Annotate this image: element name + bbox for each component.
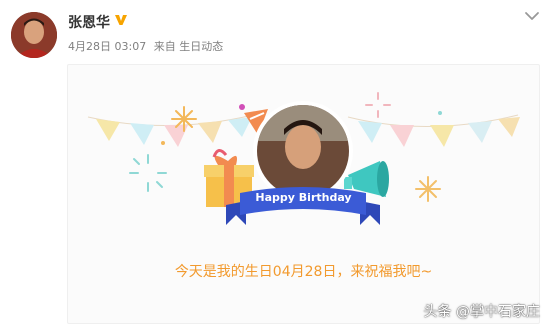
ribbon-text: Happy Birthday (255, 191, 352, 204)
greeting-text: 今天是我的生日04月28日，来祝福我吧~ (174, 264, 433, 280)
bunting-flag (96, 119, 120, 141)
bunting-flag (198, 121, 222, 143)
chevron-down-icon[interactable] (524, 10, 540, 22)
post-meta: 4月28日 03:07 来自 生日动态 (68, 38, 227, 54)
watermark: 头条 @掌中石家庄 (423, 304, 540, 320)
post-source[interactable]: 来自 生日动态 (154, 40, 224, 53)
post-timestamp[interactable]: 4月28日 03:07 (68, 40, 146, 53)
sparkle (365, 92, 391, 118)
bunting-flag (228, 117, 252, 137)
verified-v-icon (115, 15, 127, 25)
bunting-flag (498, 117, 520, 137)
username[interactable]: 张恩华 (68, 12, 110, 32)
bunting-flag (468, 121, 492, 143)
avatar-photo (11, 12, 57, 58)
sparkle (171, 106, 197, 132)
avatar[interactable] (11, 12, 57, 58)
bunting-flag (430, 125, 454, 147)
birthday-illustration (87, 92, 520, 225)
sparkle (129, 154, 167, 192)
bunting-flag (130, 123, 154, 145)
bunting-flag (390, 125, 414, 147)
birthday-card[interactable]: Happy Birthday 今天是我的生日04月28日，来祝福我吧~ (67, 64, 540, 324)
bunting-flag (358, 121, 382, 143)
